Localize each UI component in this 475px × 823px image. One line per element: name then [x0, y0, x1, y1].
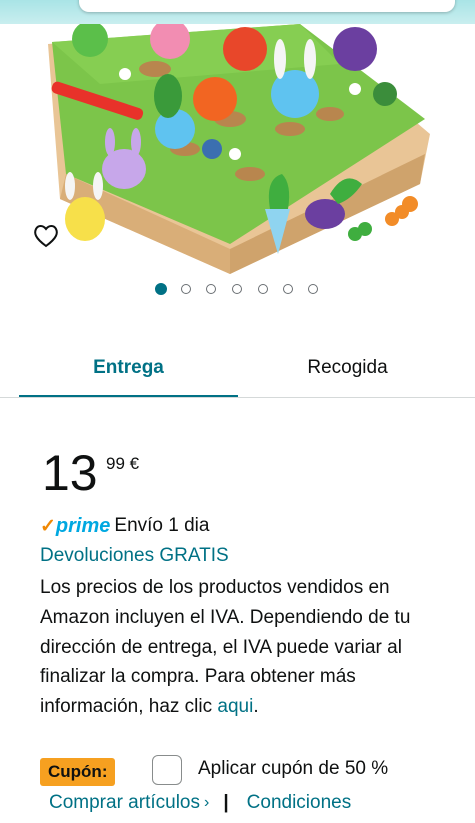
- prime-shipping: ✓ prime Envío 1 dia: [40, 513, 209, 539]
- header-band: [0, 0, 475, 24]
- tab-recogida[interactable]: Recogida: [238, 340, 457, 396]
- coupon-row: Cupón: Aplicar cupón de 50 %: [40, 755, 460, 789]
- divider: [0, 397, 475, 398]
- carousel-dot-5[interactable]: [258, 284, 268, 294]
- price-whole: 13: [42, 445, 98, 501]
- coupon-checkbox[interactable]: [152, 755, 182, 785]
- separator: |: [223, 792, 229, 813]
- heart-icon: [34, 225, 58, 248]
- search-bar[interactable]: [79, 0, 455, 12]
- vat-link[interactable]: aqui: [217, 696, 253, 717]
- product-image[interactable]: [0, 24, 475, 280]
- carousel-dot-6[interactable]: [283, 284, 293, 294]
- coupon-links: Comprar artículos › | Condiciones: [49, 789, 351, 817]
- prime-logo: prime: [55, 514, 111, 537]
- free-returns-link[interactable]: Devoluciones GRATIS: [40, 545, 229, 567]
- wishlist-heart-icon[interactable]: [30, 220, 62, 252]
- carousel-dot-7[interactable]: [308, 284, 318, 294]
- carousel-dot-4[interactable]: [232, 284, 242, 294]
- tab-entrega[interactable]: Entrega: [19, 340, 238, 396]
- coupon-label[interactable]: Aplicar cupón de 50 %: [198, 758, 388, 780]
- prime-check-icon: ✓: [40, 515, 56, 537]
- price-fraction: 99 €: [106, 454, 140, 473]
- carousel-dot-2[interactable]: [181, 284, 191, 294]
- chevron-right-icon: ›: [204, 794, 210, 811]
- shipping-text: Envío 1 dia: [114, 515, 210, 536]
- carousel-dot-3[interactable]: [206, 284, 216, 294]
- delivery-tabs: Entrega Recogida: [0, 340, 475, 398]
- coupon-badge: Cupón:: [40, 758, 116, 786]
- vat-end: .: [253, 696, 259, 718]
- conditions-link[interactable]: Condiciones: [247, 792, 352, 814]
- carousel-dot-1[interactable]: [155, 283, 167, 295]
- vat-notice: Los precios de los productos vendidos en…: [40, 573, 460, 722]
- carousel-dots: [0, 282, 475, 298]
- shop-items-link[interactable]: Comprar artículos: [49, 792, 200, 814]
